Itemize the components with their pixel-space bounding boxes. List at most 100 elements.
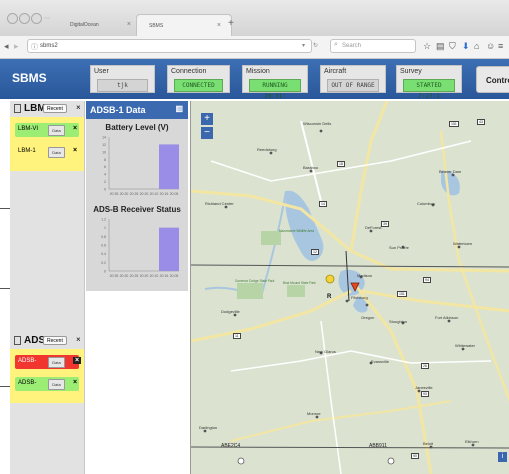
close-icon[interactable]: × [76, 335, 81, 344]
city-label: DeForest [365, 225, 382, 230]
home-icon[interactable]: ⌂ [474, 41, 479, 51]
reload-icon[interactable]: ↻ [313, 42, 318, 49]
y-tick-label: 12 [102, 143, 106, 147]
panel-icon [14, 336, 21, 345]
battery-chart: Battery Level (V) 14 12 10 8 6 4 2 0 20:35 20:30 2… [89, 121, 185, 209]
search-input[interactable]: ⌕ Search [330, 39, 416, 53]
trash-icon[interactable]: ▥ [175, 104, 183, 113]
status-aircraft: Aircraft OUT OF RANGE [320, 65, 386, 93]
city-label: Dodgeville [221, 309, 240, 314]
remove-icon[interactable]: × [73, 125, 77, 132]
x-tick-label: 20:20 [140, 192, 149, 196]
address-bar[interactable]: ⓘ sbms2 [27, 39, 312, 53]
controls-button[interactable]: Controls [476, 66, 509, 93]
tab-sbms[interactable]: SBMS × [136, 14, 232, 36]
divider-line [0, 288, 10, 289]
tab-title: SBMS [149, 23, 164, 29]
road [230, 350, 492, 372]
zoom-window-icon[interactable] [31, 13, 42, 24]
recent-select[interactable]: Recent [43, 336, 67, 345]
data-button[interactable]: Data [48, 379, 65, 390]
data-panel: ADSB-1 Data ▥ Battery Level (V) 14 12 10 8 6… [86, 101, 188, 291]
receiver-chart: ADS-B Receiver Status 1.2 1 0.8 0.6 0.4 0.2 0 2… [89, 203, 185, 291]
y-tick-label: 2 [104, 180, 106, 184]
data-button[interactable]: Data [48, 147, 65, 158]
list-item[interactable]: ADSB- Data × [15, 377, 79, 391]
reading-list-icon[interactable]: ▤ [436, 41, 445, 52]
highway-shield: 151 [449, 121, 459, 127]
data-panel-title: ADSB-1 Data [90, 105, 146, 115]
x-tick-label: 20:15 [160, 274, 169, 278]
track-marker[interactable] [237, 457, 245, 465]
x-tick-label: 20:25 [130, 274, 139, 278]
remove-icon[interactable]: × [73, 147, 77, 154]
map-info-button[interactable]: i [498, 452, 507, 462]
remove-icon[interactable]: × [73, 379, 77, 386]
y-tick-label: 4 [104, 173, 106, 177]
map-view[interactable]: Wisconsin Dells Reedsburg Baraboo Beaver Da… [190, 101, 509, 474]
city-label: Evansville [371, 359, 390, 364]
x-tick-label: 20:10 [150, 274, 159, 278]
tab-digitalocean[interactable]: DigitalOcean × [58, 14, 142, 36]
item-label: LBM-VI [18, 126, 39, 132]
smiley-icon[interactable]: ☺ [486, 41, 495, 51]
panel-header: ADS Recent × [10, 333, 84, 349]
menu-icon[interactable]: ≡ [498, 41, 503, 51]
close-icon[interactable]: × [76, 103, 81, 112]
search-icon: ⌕ [334, 41, 338, 48]
remove-icon[interactable]: × [73, 357, 81, 364]
status-label: Connection [171, 68, 207, 75]
track-label: ABB911 [369, 443, 387, 449]
close-tab-icon[interactable]: × [217, 22, 221, 29]
city-label: Baraboo [303, 165, 319, 170]
zoom-in-button[interactable]: + [201, 113, 213, 125]
x-tick-label: 20:35 [110, 274, 119, 278]
close-tab-icon[interactable]: × [127, 21, 131, 28]
dropdown-icon[interactable]: ▾ [302, 42, 305, 49]
list-item[interactable]: ADSB- Data × [15, 355, 81, 369]
city-label: Fort Atkinson [435, 315, 459, 320]
city-label: Sun Prairie [389, 245, 409, 250]
y-tick-label: 0 [104, 188, 106, 192]
item-label: LBM-1 [18, 148, 36, 154]
info-icon[interactable]: ⓘ [31, 42, 38, 52]
list-item[interactable]: LBM-1 Data × [15, 145, 79, 159]
road [300, 120, 322, 202]
panel-header: LBM Recent × [10, 101, 84, 117]
bookmark-star-icon[interactable]: ☆ [423, 41, 431, 52]
zoom-out-button[interactable]: − [201, 127, 213, 139]
map-canvas[interactable] [191, 101, 509, 474]
forward-icon[interactable]: ▸ [14, 41, 19, 52]
status-value: RUNNING 20:31: [249, 79, 301, 100]
list-item[interactable]: LBM-VI Data × [15, 123, 79, 137]
highway-shield: 18 [337, 161, 345, 167]
park-label: Mazomanie Wildlife Area [279, 229, 315, 233]
data-button[interactable]: Data [48, 357, 65, 368]
download-icon[interactable]: ⬇ [462, 41, 470, 52]
adsb-panel: ADS Recent × ADSB- Data × ADSB- Data × [10, 333, 84, 403]
minimize-window-icon[interactable] [19, 13, 30, 24]
status-label: Aircraft [324, 68, 347, 75]
search-placeholder: Search [342, 43, 362, 49]
x-tick-label: 20:25 [130, 192, 139, 196]
highway-shield: 11 [233, 333, 241, 339]
new-tab-icon[interactable]: + [228, 18, 234, 29]
city-label: Reedsburg [257, 147, 277, 152]
city-label: Darlington [199, 425, 218, 430]
back-icon[interactable]: ◂ [4, 41, 9, 52]
divider-line [0, 386, 10, 387]
close-window-icon[interactable] [7, 13, 18, 24]
data-button[interactable]: Data [48, 125, 65, 136]
highway-shield: 26 [421, 363, 429, 369]
tab-overflow-icon[interactable]: ⋯ [44, 15, 50, 22]
y-tick-label: 10 [102, 150, 106, 154]
highway-shield: 151 [397, 291, 407, 297]
waypoint-marker[interactable] [325, 274, 335, 284]
track-marker[interactable] [387, 457, 395, 465]
recent-select[interactable]: Recent [43, 104, 67, 113]
status-value: STARTED 7:27:1 [403, 79, 455, 100]
url-text: sbms2 [40, 43, 58, 49]
receiver-chart-svg: 1.210.80.60.40.2020:35 20:30 20:25 20:20 20:… [101, 218, 179, 278]
highway-shield: 43 [477, 119, 485, 125]
pocket-icon[interactable]: ⛉ [449, 41, 456, 52]
